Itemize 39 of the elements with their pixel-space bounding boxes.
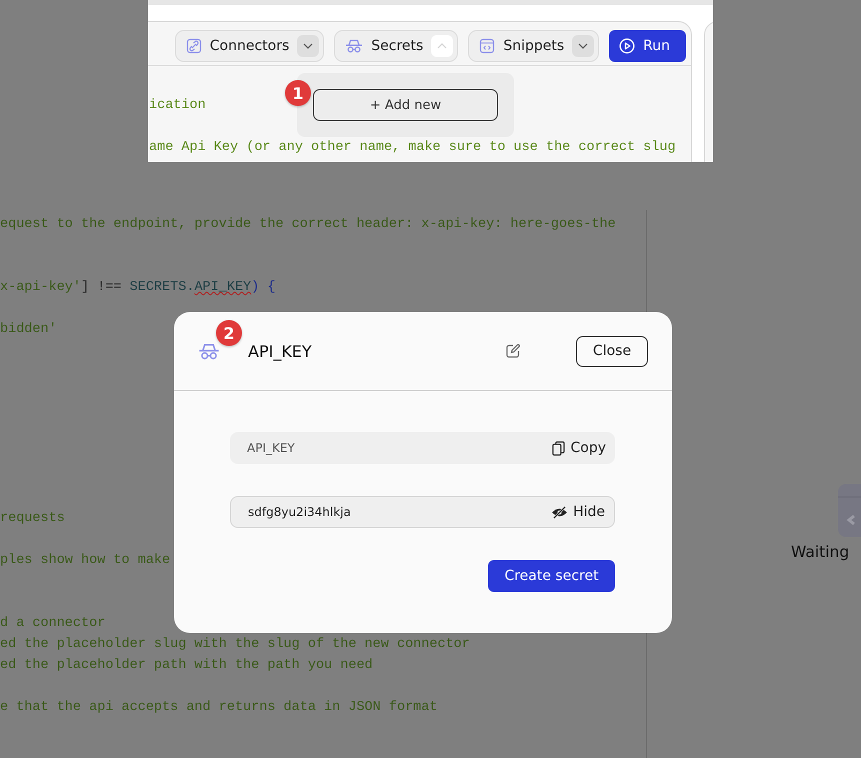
toolbar-dropdown[interactable]: Connectors [174,30,324,62]
code-line: ples show how to make [0,552,170,570]
code-line: bidden' [0,321,57,339]
chevron-down-icon[interactable] [297,35,320,57]
copy-button[interactable]: Copy [552,440,606,456]
code-line: d a connector [0,615,106,633]
copy-icon [552,440,566,456]
dropdown-label: Secrets [371,38,424,54]
code-line: e that the api accepts and returns data in JSON format [0,699,438,717]
code-line: x-api-key'] !== SECRETS.API_KEY) { [0,279,276,297]
step-badge: 2 [216,320,242,346]
code-line: ed the placeholder path with the path you need [0,657,373,675]
input-field[interactable]: sdfg8yu2i34hlkja Hide [230,496,615,528]
toolbar-dropdown[interactable]: Secrets [334,30,458,62]
dropdown-label: Connectors [210,38,290,54]
code-line: ed the placeholder slug with the slug of the new connector [0,636,470,654]
code-window-icon [838,484,861,537]
run-button[interactable]: Run [609,30,686,62]
link-icon [186,38,202,54]
toolbar-dropdown[interactable]: Snippets [468,30,600,62]
code-line: equest to the endpoint, provide the correct header: x-api-key: here-goes-the [0,216,616,234]
code-window-icon [479,38,496,54]
close-button[interactable]: Close [576,336,648,366]
dropdown-label: Snippets [503,38,564,54]
chevron-down-icon[interactable] [572,35,594,57]
create-secret-button[interactable]: Create secret [488,560,615,592]
code-line: ication [149,97,206,115]
status-text: Waiting [791,543,850,561]
input-field[interactable]: API_KEY Copy [230,432,615,464]
edit-icon[interactable] [505,343,521,359]
hide-button[interactable]: Hide [551,504,605,520]
spy-icon [198,342,220,360]
dialog-title: API_KEY [248,342,313,360]
spy-icon [345,39,364,53]
add-new-button[interactable]: + Add new [313,89,498,121]
play-icon [619,38,636,54]
eye-slash-icon [551,506,568,518]
code-line: ame Api Key (or any other name, make sure to use the correct slug [149,139,676,157]
code-line: requests [0,510,65,528]
